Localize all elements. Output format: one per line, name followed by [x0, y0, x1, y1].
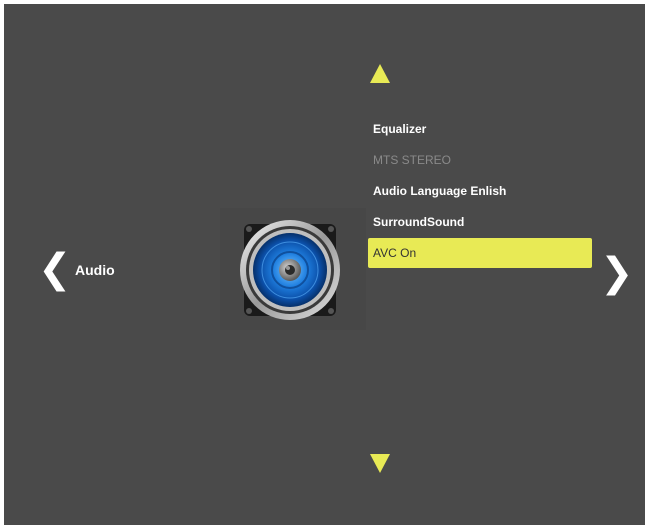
scroll-up-arrow-icon[interactable]: [370, 64, 390, 83]
osd-screen: ❮ Audio Equalizer MTS STEREO Audio Langu…: [4, 4, 645, 525]
speaker-icon: [240, 220, 340, 320]
menu-item-audio-language[interactable]: Audio Language Enlish: [368, 176, 592, 206]
menu-item-avc[interactable]: AVC On: [368, 238, 592, 268]
menu-item-equalizer[interactable]: Equalizer: [368, 114, 592, 144]
next-category-arrow[interactable]: ❯: [600, 253, 634, 293]
menu-item-mts-stereo: MTS STEREO: [373, 153, 452, 167]
menu-item-surround-sound[interactable]: SurroundSound: [368, 207, 592, 237]
scroll-down-arrow-icon[interactable]: [370, 454, 390, 473]
previous-category-arrow[interactable]: ❮: [38, 249, 72, 289]
category-label: Audio: [75, 262, 115, 278]
